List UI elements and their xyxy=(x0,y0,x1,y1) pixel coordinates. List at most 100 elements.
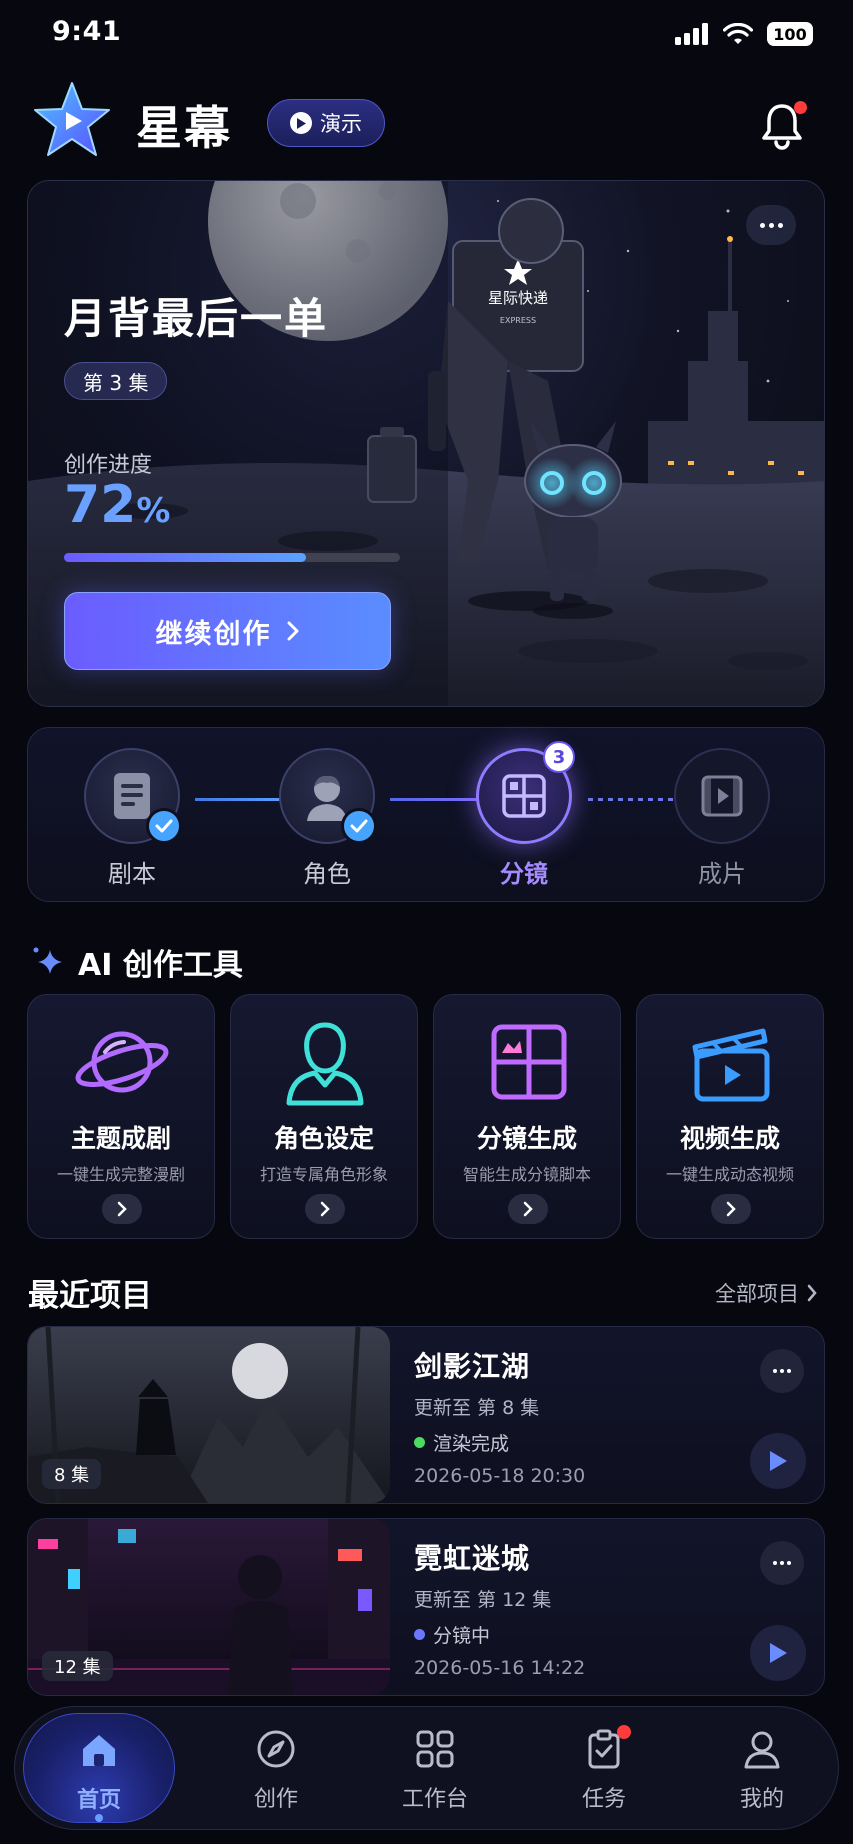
tab-label: 我的 xyxy=(739,1787,784,1812)
tab-tasks[interactable]: 任务 xyxy=(529,1707,679,1831)
episode-count-badge: 12 集 xyxy=(42,1651,113,1681)
status-icons: 100 xyxy=(675,22,813,46)
app-title: 星幕 xyxy=(136,101,232,155)
tool-card-character-setup[interactable]: 角色设定 打造专属角色形象 xyxy=(230,994,418,1239)
tool-desc: 一键生成完整漫剧 xyxy=(56,1165,185,1184)
storyboard-icon xyxy=(491,1024,567,1100)
check-icon xyxy=(146,808,182,844)
tool-card-video-gen[interactable]: 视频生成 一键生成动态视频 xyxy=(636,994,824,1239)
all-projects-link[interactable]: 全部项目 xyxy=(715,1278,817,1308)
tool-card-theme-drama[interactable]: 主题成剧 一键生成完整漫剧 xyxy=(27,994,215,1239)
workflow-pipeline: 剧本 角色 3 分镜 成片 xyxy=(27,727,825,902)
step-badge: 3 xyxy=(543,741,575,773)
more-dot-icon xyxy=(780,1369,784,1373)
step-label: 剧本 xyxy=(108,860,156,888)
project-more-button[interactable] xyxy=(760,1349,804,1393)
more-dot-icon xyxy=(777,222,783,228)
battery-indicator: 100 xyxy=(767,22,813,46)
step-final-video[interactable]: 成片 xyxy=(667,748,777,889)
progress-bar xyxy=(64,553,400,562)
step-character[interactable]: 角色 xyxy=(272,748,382,889)
more-options-button[interactable] xyxy=(746,205,796,245)
more-dot-icon xyxy=(768,222,774,228)
tab-create[interactable]: 创作 xyxy=(201,1707,351,1831)
play-icon xyxy=(770,1451,787,1471)
chevron-right-icon[interactable] xyxy=(508,1194,548,1224)
progress-unit: % xyxy=(136,491,171,531)
bottom-tab-bar: 首页 创作 工作台 任务 我的 xyxy=(14,1706,839,1830)
tool-desc: 一键生成动态视频 xyxy=(665,1165,794,1184)
episode-count-badge: 8 集 xyxy=(42,1459,102,1489)
cta-label: 继续创作 xyxy=(155,618,272,650)
demo-label: 演示 xyxy=(320,112,362,136)
tab-workbench[interactable]: 工作台 xyxy=(360,1707,510,1831)
tool-card-storyboard-gen[interactable]: 分镜生成 智能生成分镜脚本 xyxy=(433,994,621,1239)
project-thumbnail: 8 集 xyxy=(28,1327,390,1503)
more-dot-icon xyxy=(773,1369,777,1373)
chevron-right-icon[interactable] xyxy=(711,1194,751,1224)
status-text: 分镜中 xyxy=(433,1625,491,1647)
tab-home[interactable]: 首页 xyxy=(23,1713,175,1823)
chevron-right-icon[interactable] xyxy=(102,1194,142,1224)
step-label: 成片 xyxy=(698,860,746,888)
home-icon xyxy=(83,1735,115,1766)
tool-name: 主题成剧 xyxy=(70,1124,171,1153)
tool-name: 分镜生成 xyxy=(476,1124,577,1153)
user-icon xyxy=(744,1731,780,1769)
film-icon xyxy=(701,775,743,817)
more-dot-icon xyxy=(773,1561,777,1565)
all-projects-label: 全部项目 xyxy=(715,1282,799,1306)
ai-tools-section-title: AI 创作工具 xyxy=(30,940,243,984)
project-play-button[interactable] xyxy=(750,1625,806,1681)
clapperboard-icon xyxy=(692,1028,770,1102)
project-card[interactable]: 12 集 霓虹迷城 更新至 第 12 集 分镜中 2026-05-16 14:2… xyxy=(27,1518,825,1696)
active-indicator xyxy=(95,1814,103,1822)
sparkle-icon xyxy=(33,947,62,974)
step-storyboard[interactable]: 3 分镜 xyxy=(469,741,579,889)
app-logo xyxy=(34,82,110,156)
document-icon xyxy=(114,773,150,819)
demo-button[interactable]: 演示 xyxy=(267,99,385,147)
project-time: 2026-05-16 14:22 xyxy=(414,1657,586,1679)
more-dot-icon xyxy=(787,1561,791,1565)
project-more-button[interactable] xyxy=(760,1541,804,1585)
chevron-right-icon xyxy=(287,621,298,641)
wifi-icon xyxy=(723,23,753,44)
notification-dot xyxy=(794,101,807,114)
status-dot xyxy=(414,1437,425,1448)
chevron-right-icon xyxy=(807,1284,817,1302)
progress-number: 72 xyxy=(64,475,137,535)
task-notification-dot xyxy=(617,1725,631,1739)
project-time: 2026-05-18 20:30 xyxy=(414,1465,586,1487)
recent-projects-title: 最近项目 xyxy=(28,1278,152,1314)
check-icon xyxy=(341,808,377,844)
tab-label: 任务 xyxy=(581,1787,626,1812)
progress-value: 72% xyxy=(64,475,170,535)
episode-badge: 第 3 集 xyxy=(64,362,168,400)
backpack-subtext: EXPRESS xyxy=(500,316,536,325)
chevron-right-icon[interactable] xyxy=(305,1194,345,1224)
tab-label: 工作台 xyxy=(401,1787,468,1812)
project-play-button[interactable] xyxy=(750,1433,806,1489)
play-icon xyxy=(290,112,312,134)
tool-desc: 智能生成分镜脚本 xyxy=(462,1165,591,1184)
tab-label: 首页 xyxy=(76,1788,121,1813)
project-card[interactable]: 8 集 剑影江湖 更新至 第 8 集 渲染完成 2026-05-18 20:30 xyxy=(27,1326,825,1504)
grid-icon xyxy=(416,1730,454,1768)
status-text: 渲染完成 xyxy=(433,1433,510,1455)
project-update: 更新至 第 12 集 xyxy=(414,1589,552,1611)
tab-label: 创作 xyxy=(253,1787,298,1812)
play-icon xyxy=(770,1643,787,1663)
progress-bar-fill xyxy=(64,553,306,562)
step-script[interactable]: 剧本 xyxy=(77,748,187,889)
status-time: 9:41 xyxy=(52,16,122,47)
hero-card[interactable]: 星际快递 EXPRESS 月背最后一单 第 3 集 创作进度 72% 继续创作 xyxy=(27,180,825,707)
person-icon xyxy=(286,1022,364,1106)
status-dot xyxy=(414,1629,425,1640)
tab-profile[interactable]: 我的 xyxy=(687,1707,837,1831)
project-status: 渲染完成 xyxy=(414,1429,509,1456)
storyboard-grid-icon xyxy=(502,774,546,818)
more-dot-icon xyxy=(787,1369,791,1373)
project-update: 更新至 第 8 集 xyxy=(414,1397,540,1419)
continue-creating-button[interactable]: 继续创作 xyxy=(64,592,391,670)
